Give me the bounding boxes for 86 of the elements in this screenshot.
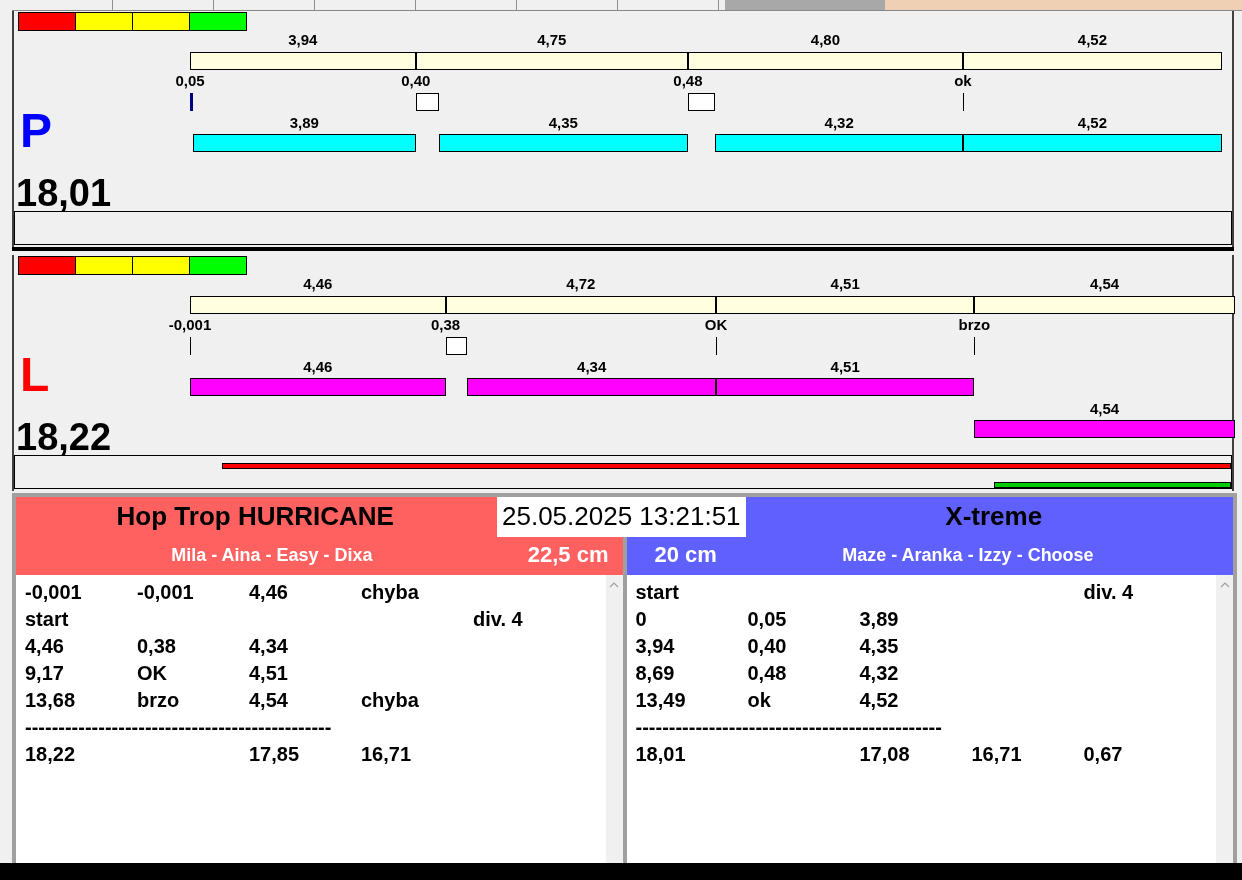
split-time: 4,72: [565, 276, 597, 292]
lane-total-time: 18,01: [16, 174, 112, 212]
result-cell-text: -0,001: [137, 581, 195, 604]
result-cell-text: 17,08: [859, 743, 911, 766]
dog-time: 4,52: [1076, 115, 1109, 131]
reaction-time: -0,001: [167, 317, 213, 333]
reaction-gap-marker: [445, 337, 468, 355]
reaction-time: 0,48: [672, 73, 704, 89]
dog-time: 4,54: [1088, 401, 1121, 417]
result-cell-text: div. 4: [1083, 581, 1135, 604]
result-cell-text: 16,71: [971, 743, 1023, 766]
result-cell-text: 4,32: [859, 662, 900, 685]
result-cell-text: 4,52: [859, 689, 900, 712]
result-cell-text: -0,001: [25, 581, 83, 604]
result-cell-text: 16,71: [361, 743, 413, 766]
reaction-tick: [974, 337, 976, 355]
team-name: Hop Trop HURRICANE: [116, 500, 394, 532]
result-cell-text: 4,35: [859, 635, 900, 658]
result-cell-text: OK: [137, 662, 168, 685]
result-cell-text: 3,89: [859, 608, 900, 631]
result-cell-text: chyba: [361, 581, 420, 604]
result-cell-text: 0: [635, 608, 648, 631]
split-time: 4,80: [809, 32, 842, 48]
dog-size: 22,5 cm: [527, 542, 609, 568]
result-cell-text: 4,46: [249, 581, 289, 604]
reaction-gap-marker: [687, 93, 716, 111]
dog-names: Maze - Aranka - Izzy - Choose: [841, 544, 1095, 566]
result-cell-text: 0,40: [747, 635, 788, 658]
reaction-time: brzo: [957, 317, 992, 333]
reaction-time: 0,40: [400, 73, 432, 89]
result-cell-text: chyba: [361, 689, 420, 712]
split-time: 3,94: [287, 32, 319, 48]
result-cell-text: 4,34: [249, 635, 289, 658]
result-cell-text: start: [25, 608, 70, 631]
split-time: 4,52: [1076, 32, 1109, 48]
result-cell-text: 0,05: [747, 608, 788, 631]
result-cell-text: 0,48: [747, 662, 788, 685]
result-cell-text: 13,68: [25, 689, 77, 712]
dog-time: 4,35: [547, 115, 579, 131]
split-time: 4,54: [1088, 276, 1121, 292]
lane-letter: L: [20, 350, 50, 400]
dog-time: 4,46: [302, 359, 334, 375]
dog-names: Mila - Aina - Easy - Dixa: [170, 544, 374, 566]
result-cell-text: 17,85: [249, 743, 301, 766]
reaction-gap-marker: [190, 93, 193, 111]
result-cell-text: ok: [747, 689, 772, 712]
reaction-tick: [190, 337, 191, 355]
scroll-up-icon[interactable]: [609, 582, 619, 588]
result-cell-text: brzo: [137, 689, 181, 712]
result-cell-text: 0,67: [1083, 743, 1124, 766]
result-cell-text: 13,49: [635, 689, 687, 712]
split-time: 4,46: [302, 276, 334, 292]
result-cell-text: start: [635, 581, 680, 604]
result-cell-text: 4,54: [249, 689, 289, 712]
result-cell-text: 18,22: [25, 743, 77, 766]
split-time: 4,75: [536, 32, 568, 48]
reaction-gap-marker: [415, 93, 439, 111]
reaction-tick: [962, 93, 964, 111]
result-cell-text: 4,51: [249, 662, 289, 685]
lane-total-time: 18,22: [16, 418, 112, 456]
scroll-up-icon[interactable]: [1219, 582, 1230, 588]
reaction-time: ok: [953, 73, 973, 89]
dog-time: 4,32: [823, 115, 855, 131]
result-cell-text: 9,17: [25, 662, 65, 685]
scrollbar[interactable]: [605, 575, 623, 863]
reaction-time: 0,38: [429, 317, 462, 333]
dog-size: 20 cm: [654, 542, 717, 568]
dog-time: 4,51: [829, 359, 861, 375]
result-cell-text: 18,01: [635, 743, 687, 766]
split-time: 4,51: [829, 276, 861, 292]
result-cell-text: 3,94: [635, 635, 676, 658]
scrollbar[interactable]: [1216, 575, 1233, 863]
result-cell-text: div. 4: [473, 608, 524, 631]
result-cell-text: 0,38: [137, 635, 177, 658]
reaction-tick: [716, 337, 717, 355]
separator-line: ----------------------------------------------: [635, 716, 943, 739]
separator-line: ----------------------------------------------: [25, 716, 333, 739]
lane-letter: P: [20, 106, 52, 156]
dog-time: 3,89: [288, 115, 320, 131]
dog-time: 4,34: [576, 359, 608, 375]
result-cell-text: 8,69: [635, 662, 676, 685]
reaction-time: OK: [703, 317, 729, 333]
reaction-time: 0,05: [174, 73, 206, 89]
team-name: X-treme: [945, 500, 1043, 532]
date-time: 25.05.2025 13:21:51: [497, 497, 746, 537]
result-cell-text: 4,46: [25, 635, 65, 658]
